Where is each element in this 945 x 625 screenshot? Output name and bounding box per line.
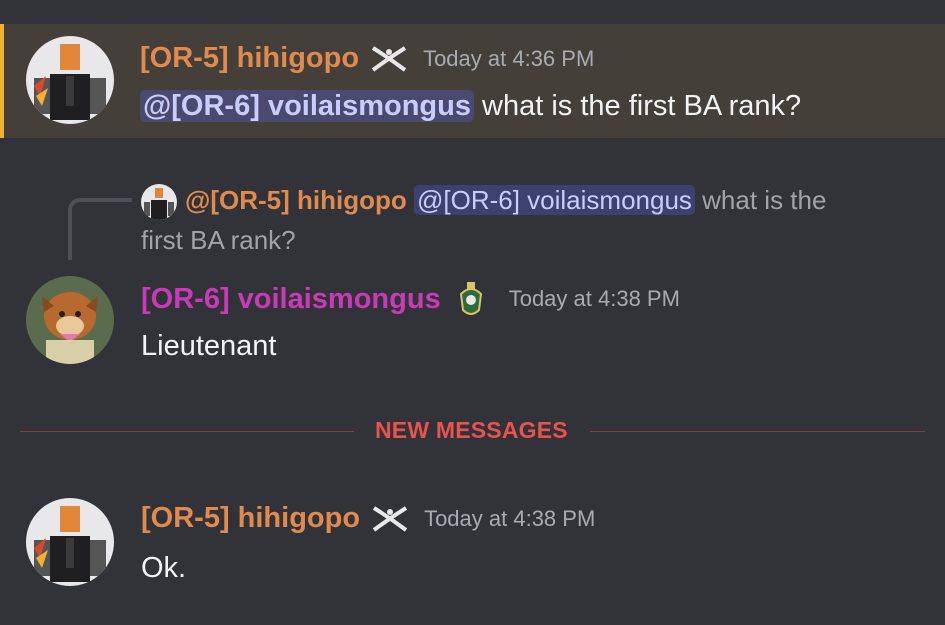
reply-username[interactable]: @[OR-5] hihigopo [185,185,407,215]
username[interactable]: [OR-6] voilaismongus [141,283,441,316]
reply-spine [68,198,132,260]
crossed-kukri-icon[interactable] [369,44,409,74]
message-text: what is the first BA rank? [482,90,802,122]
message-3[interactable]: [OR-5] hihigopo Today at 4:38 PM Ok. [0,486,945,596]
reply-user-mention[interactable]: @[OR-6] voilaismongus [413,185,695,215]
chat-messages: [OR-5] hihigopo Today at 4:36 PM @[OR-6]… [0,0,945,625]
new-messages-label: NEW MESSAGES [375,417,568,443]
avatar[interactable] [26,276,114,364]
username[interactable]: [OR-5] hihigopo [141,502,360,535]
message-1[interactable]: [OR-5] hihigopo Today at 4:36 PM @[OR-6]… [0,24,945,138]
reply-text-part1: what is the [694,185,827,215]
message-2[interactable]: [OR-6] voilaismongus Today at 4:38 PM Li… [0,262,945,372]
message-text: Lieutenant [141,330,277,362]
avatar[interactable] [26,498,114,586]
timestamp[interactable]: Today at 4:36 PM [423,46,594,72]
reply-preview[interactable]: @[OR-5] hihigopo @[OR-6] voilaismongus w… [141,180,931,260]
message-content: @[OR-6] voilaismongus what is the first … [140,90,801,123]
timestamp[interactable]: Today at 4:38 PM [509,286,680,312]
avatar[interactable] [26,36,114,124]
new-messages-divider: NEW MESSAGES [20,417,925,443]
timestamp[interactable]: Today at 4:38 PM [424,506,595,532]
medical-corps-badge-icon[interactable] [455,280,487,318]
reply-avatar [141,184,177,221]
reply-text-part2: first BA rank? [141,225,296,256]
user-mention[interactable]: @[OR-6] voilaismongus [140,90,474,122]
username[interactable]: [OR-5] hihigopo [140,42,359,75]
message-text: Ok. [141,552,187,584]
crossed-kukri-icon[interactable] [370,504,410,534]
